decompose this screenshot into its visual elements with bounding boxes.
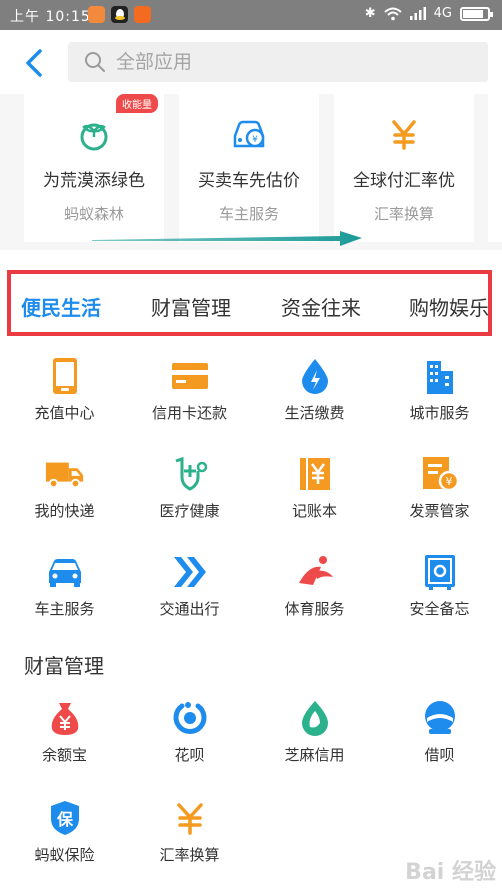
grid-label: 借呗 xyxy=(424,746,455,764)
recommend-sub: 车主服务 xyxy=(218,205,279,223)
grid-item-ledger[interactable]: 记账本 xyxy=(252,454,377,521)
category-tabs: 便民生活 财富管理 资金往来 购物娱乐 xyxy=(0,258,502,348)
grid-item-exchange[interactable]: 汇率换算 xyxy=(127,798,252,865)
recommend-sub: 蚂蚁森林 xyxy=(63,205,124,223)
sprout-icon xyxy=(74,114,114,154)
utility-drop-icon xyxy=(295,356,335,396)
grid-label: 信用卡还款 xyxy=(151,404,227,422)
grid-label: 芝麻信用 xyxy=(284,746,345,764)
section-title-wealth: 财富管理 xyxy=(24,654,104,678)
grid-label: 充值中心 xyxy=(34,404,95,422)
search-icon xyxy=(85,52,105,72)
qq-notification-icon xyxy=(111,6,128,23)
grid-item-credit-card[interactable]: 信用卡还款 xyxy=(127,356,252,423)
recommend-card-partial[interactable] xyxy=(488,94,502,242)
tab-shopping[interactable]: 购物娱乐 xyxy=(409,292,488,321)
grid-item-insurance[interactable]: 保 蚂蚁保险 xyxy=(2,798,127,865)
grid-label: 我的快递 xyxy=(34,502,95,520)
grid-item-invoice[interactable]: ¥ 发票管家 xyxy=(377,454,502,521)
grid-item-car-owner[interactable]: 车主服务 xyxy=(2,552,127,619)
yen-icon xyxy=(384,114,424,154)
signal-icon xyxy=(409,7,426,20)
status-time: 上午 10:15 xyxy=(10,9,91,25)
back-arrow-icon[interactable] xyxy=(20,46,50,80)
search-bar[interactable] xyxy=(68,42,488,82)
badge-collect-energy: 收能量 xyxy=(116,94,158,113)
phone-icon xyxy=(45,356,85,396)
huabei-icon xyxy=(170,698,210,738)
recommend-title: 全球付汇率优 xyxy=(353,171,455,191)
recommend-card-exchange[interactable]: 全球付汇率优 汇率换算 xyxy=(334,94,474,242)
grid-label: 城市服务 xyxy=(409,404,470,422)
safe-box-icon xyxy=(420,552,460,592)
grid-item-recharge[interactable]: 充值中心 xyxy=(2,356,127,423)
car-icon xyxy=(45,552,85,592)
recommend-sub: 汇率换算 xyxy=(373,205,434,223)
search-input[interactable] xyxy=(116,51,436,73)
svg-text:¥: ¥ xyxy=(252,135,258,145)
grid-label: 记账本 xyxy=(291,502,337,520)
grid-item-yuebao[interactable]: 余额宝 xyxy=(2,698,127,765)
network-type: 4G xyxy=(433,6,452,21)
grid-label: 医疗健康 xyxy=(159,502,220,520)
sesame-credit-icon xyxy=(295,698,335,738)
city-buildings-icon xyxy=(420,356,460,396)
grid-item-safe-memo[interactable]: 安全备忘 xyxy=(377,552,502,619)
grid-label: 余额宝 xyxy=(41,746,87,764)
jiebei-icon xyxy=(420,698,460,738)
grid-item-jiebei[interactable]: 借呗 xyxy=(377,698,502,765)
car-price-icon: ¥ xyxy=(229,114,269,154)
recommend-card-car[interactable]: ¥ 买卖车先估价 车主服务 xyxy=(179,94,319,242)
credit-card-icon xyxy=(170,356,210,396)
status-bar: 上午 10:15 ✱ 4G xyxy=(0,0,502,30)
grid-item-sports[interactable]: 体育服务 xyxy=(252,552,377,619)
grid-item-sesame[interactable]: 芝麻信用 xyxy=(252,698,377,765)
grid-label: 体育服务 xyxy=(284,600,345,618)
grid-item-express[interactable]: 我的快递 xyxy=(2,454,127,521)
grid-label: 发票管家 xyxy=(409,502,470,520)
ledger-icon xyxy=(295,454,335,494)
insurance-shield-icon: 保 xyxy=(45,798,85,838)
battery-icon xyxy=(460,6,493,21)
header xyxy=(0,30,502,94)
svg-text:保: 保 xyxy=(55,810,73,829)
grid-label: 安全备忘 xyxy=(409,600,470,618)
grid-label: 花呗 xyxy=(174,746,205,764)
grid-item-huabei[interactable]: 花呗 xyxy=(127,698,252,765)
tab-convenient-life[interactable]: 便民生活 xyxy=(21,292,101,321)
sports-runner-icon xyxy=(295,552,335,592)
watermark: Bai 经验 xyxy=(405,860,496,885)
status-notifications xyxy=(88,6,151,23)
svg-text:¥: ¥ xyxy=(445,475,452,488)
grid-item-transport[interactable]: 交通出行 xyxy=(127,552,252,619)
invoice-icon: ¥ xyxy=(420,454,460,494)
grid-label: 汇率换算 xyxy=(159,846,220,864)
tabs-highlight-frame: 便民生活 财富管理 资金往来 购物娱乐 xyxy=(7,270,492,336)
recommend-card-forest[interactable]: 收能量 为荒漠添绿色 蚂蚁森林 xyxy=(24,94,164,242)
grid-item-utilities[interactable]: 生活缴费 xyxy=(252,356,377,423)
bluetooth-icon: ✱ xyxy=(364,6,376,21)
double-chevron-icon xyxy=(170,552,210,592)
tab-wealth[interactable]: 财富管理 xyxy=(151,292,231,321)
app-notification-icon xyxy=(134,6,151,23)
recommend-title: 为荒漠添绿色 xyxy=(43,171,145,191)
grid-label: 车主服务 xyxy=(34,600,95,618)
delivery-truck-icon xyxy=(45,454,85,494)
recommend-strip: 收能量 为荒漠添绿色 蚂蚁森林 ¥ 买卖车先估价 车主服务 全球付汇率优 汇率换… xyxy=(0,94,502,250)
medical-shield-icon xyxy=(170,454,210,494)
exchange-yen-icon xyxy=(170,798,210,838)
grid-label: 交通出行 xyxy=(159,600,220,618)
grid-item-medical[interactable]: 医疗健康 xyxy=(127,454,252,521)
grid-item-city[interactable]: 城市服务 xyxy=(377,356,502,423)
recommend-title: 买卖车先估价 xyxy=(198,171,300,191)
tab-funds[interactable]: 资金往来 xyxy=(281,292,361,321)
money-bag-icon xyxy=(45,698,85,738)
grid-label: 蚂蚁保险 xyxy=(34,846,95,864)
status-indicators: ✱ 4G xyxy=(364,6,493,21)
grid-label: 生活缴费 xyxy=(284,404,345,422)
wifi-icon xyxy=(383,7,402,20)
annotation-arrow xyxy=(92,231,362,246)
weibo-notification-icon xyxy=(88,6,105,23)
